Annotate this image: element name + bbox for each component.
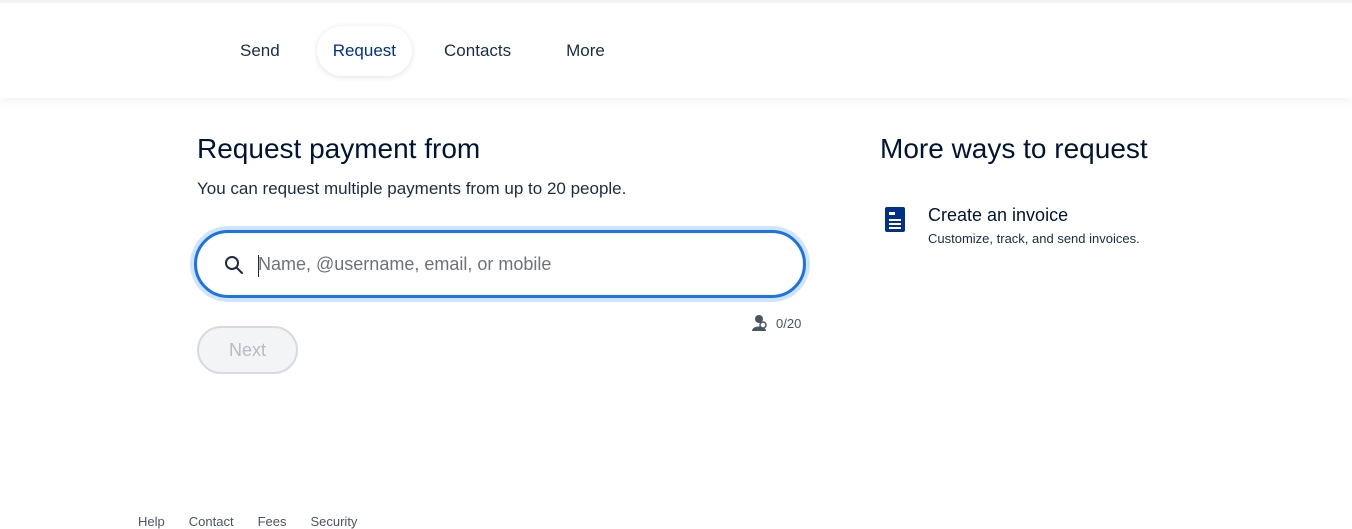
nav-item-request[interactable]: Request <box>316 26 413 76</box>
recipient-counter: 0/20 <box>750 314 801 332</box>
person-icon <box>752 315 767 331</box>
nav-item-send[interactable]: Send <box>218 26 302 76</box>
create-invoice-description: Customize, track, and send invoices. <box>928 231 1140 246</box>
footer-link-contact[interactable]: Contact <box>189 514 234 529</box>
nav-item-more[interactable]: More <box>544 26 627 76</box>
invoice-icon <box>885 207 905 232</box>
next-button[interactable]: Next <box>197 326 298 374</box>
footer-link-fees[interactable]: Fees <box>258 514 287 529</box>
footer-links: Help Contact Fees Security <box>138 514 357 529</box>
nav-item-contacts[interactable]: Contacts <box>422 26 533 76</box>
page-subtitle: You can request multiple payments from u… <box>197 179 627 198</box>
top-navigation-bar: Send Request Contacts More <box>0 0 1352 98</box>
create-invoice-link[interactable]: Create an invoice <box>928 205 1068 226</box>
search-icon <box>225 256 243 274</box>
page-title: Request payment from <box>197 133 481 164</box>
recipient-count-text: 0/20 <box>776 315 802 331</box>
recipient-search-input[interactable] <box>258 243 778 285</box>
recipient-search-box[interactable] <box>194 230 806 298</box>
footer-link-help[interactable]: Help <box>138 514 165 529</box>
main-nav: Send Request Contacts More <box>218 26 627 76</box>
more-ways-title: More ways to request <box>880 133 1148 164</box>
footer-link-security[interactable]: Security <box>310 514 357 529</box>
